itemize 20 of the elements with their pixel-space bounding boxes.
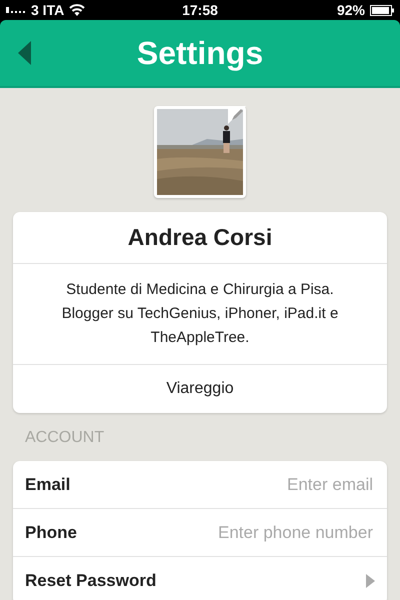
battery-icon — [370, 4, 394, 16]
profile-name: Andrea Corsi — [13, 212, 387, 264]
input-field[interactable]: Enter email — [151, 474, 375, 496]
signal-icon — [6, 7, 26, 13]
disclosure-arrow-icon — [366, 574, 375, 588]
field-label: Email — [25, 474, 70, 494]
section-heading: ACCOUNT — [24, 428, 106, 447]
clock-time: 17:58 — [182, 2, 218, 18]
field-label: Phone — [25, 522, 77, 542]
profile-location: Viareggio — [165, 379, 235, 399]
back-button[interactable] — [18, 41, 32, 65]
nav-title: Settings — [136, 34, 264, 72]
back-arrow-icon — [18, 41, 32, 65]
carrier-label: 3 ITA — [31, 2, 64, 18]
input-field[interactable]: Enter phone number — [151, 522, 375, 544]
profile-bio: Studente di Medicina e Chirurgia a Pisa. Blogger su TechGenius, iPhoner, iPad.it e TheAppleTree. — [13, 264, 387, 365]
settings-row[interactable]: Reset Password — [13, 557, 387, 600]
battery-percent: 92% — [336, 2, 365, 18]
pencil-icon — [228, 106, 246, 124]
wifi-icon — [69, 4, 86, 16]
